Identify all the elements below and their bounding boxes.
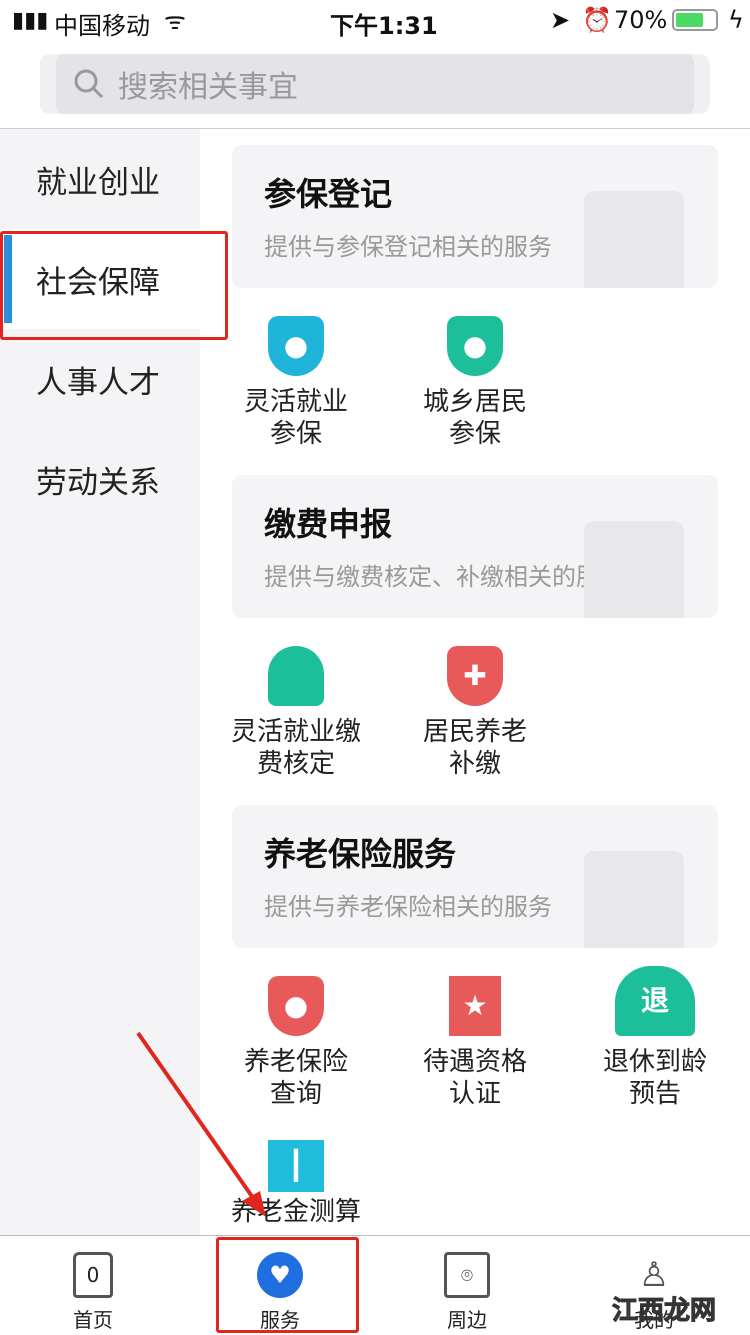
battery-icon <box>672 9 718 31</box>
sidebar-item-personnel[interactable]: 人事人才 <box>0 329 200 429</box>
annotation-arrow <box>136 1031 266 1217</box>
section-card-registration[interactable]: 参保登记 提供与参保登记相关的服务 <box>232 145 718 288</box>
sidebar-item-labor[interactable]: 劳动关系 <box>0 429 200 529</box>
charging-icon: ϟ <box>728 6 744 34</box>
alarm-icon: ⏰ <box>582 6 612 34</box>
tab-home[interactable]: 0 首页 <box>33 1236 153 1335</box>
service-flexible-insure[interactable]: ● 灵活就业 参保 <box>206 316 386 450</box>
sidebar-item-employment[interactable]: 就业创业 <box>0 129 200 229</box>
worker-icon <box>268 646 324 706</box>
service-resident-insure[interactable]: ● 城乡居民 参保 <box>385 316 565 450</box>
battery-percent: 70% <box>614 6 668 34</box>
person-icon <box>584 191 684 288</box>
watermark-logo: 江西龙网 <box>611 1296 717 1327</box>
bell-icon: 退 <box>615 966 695 1036</box>
star-badge-icon: ★ <box>449 976 501 1036</box>
clock: 下午1:31 <box>330 12 438 40</box>
wifi-icon: ᯤ <box>164 7 186 35</box>
shield-plus-icon: ✚ <box>447 646 503 706</box>
annotation-box <box>0 231 228 340</box>
map-icon: ⌾ <box>444 1252 490 1298</box>
home-icon: 0 <box>73 1252 113 1298</box>
search-input[interactable]: 搜索相关事宜 <box>56 54 694 114</box>
shield-person-icon: ● <box>447 316 503 376</box>
tab-nearby[interactable]: ⌾ 周边 <box>407 1236 527 1335</box>
section-card-pension[interactable]: 养老保险服务 提供与养老保险相关的服务 <box>232 805 718 948</box>
person-icon <box>584 521 684 618</box>
bar-chart-icon <box>584 851 684 948</box>
service-retirement-notice[interactable]: 退退休到龄 预告 <box>565 966 745 1110</box>
location-icon: ➤ <box>550 6 571 34</box>
service-resident-pension-supplement[interactable]: ✚ 居民养老 补缴 <box>385 646 565 780</box>
search-icon <box>74 69 104 99</box>
signal-icon: ▮▮▮ <box>12 8 49 33</box>
status-bar: ▮▮▮ 中国移动 ᯤ 下午1:31 ➤ ⏰ 70% ϟ <box>0 0 750 40</box>
shield-person-icon: ● <box>268 316 324 376</box>
service-eligibility-cert[interactable]: ★ 待遇资格 认证 <box>385 976 565 1110</box>
carrier: 中国移动 <box>54 12 150 40</box>
service-flexible-payment[interactable]: 灵活就业缴 费核定 <box>206 646 386 780</box>
annotation-box <box>216 1237 359 1333</box>
section-card-payment[interactable]: 缴费申报 提供与缴费核定、补缴相关的服务 <box>232 475 718 618</box>
